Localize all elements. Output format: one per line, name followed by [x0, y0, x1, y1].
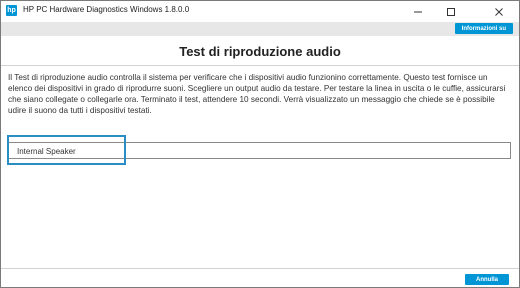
title-bar: hp HP PC Hardware Diagnostics Windows 1.…	[1, 1, 519, 22]
cancel-button[interactable]: Annulla	[465, 274, 509, 285]
footer-divider	[1, 268, 519, 269]
page-title: Test di riproduzione audio	[179, 44, 341, 59]
header-bar: Informazioni su	[1, 22, 519, 36]
maximize-icon	[447, 7, 455, 16]
selection-highlight	[7, 135, 126, 165]
test-description: Il Test di riproduzione audio controlla …	[8, 73, 506, 115]
hp-logo-icon: hp	[6, 5, 17, 16]
title-divider	[1, 65, 519, 66]
minimize-button[interactable]	[404, 1, 432, 22]
info-button[interactable]: Informazioni su	[454, 23, 513, 34]
close-button[interactable]	[485, 1, 513, 22]
maximize-button[interactable]	[437, 1, 465, 22]
minimize-icon	[414, 11, 422, 12]
window-title: HP PC Hardware Diagnostics Windows 1.8.0…	[23, 5, 190, 14]
close-icon	[495, 7, 503, 16]
